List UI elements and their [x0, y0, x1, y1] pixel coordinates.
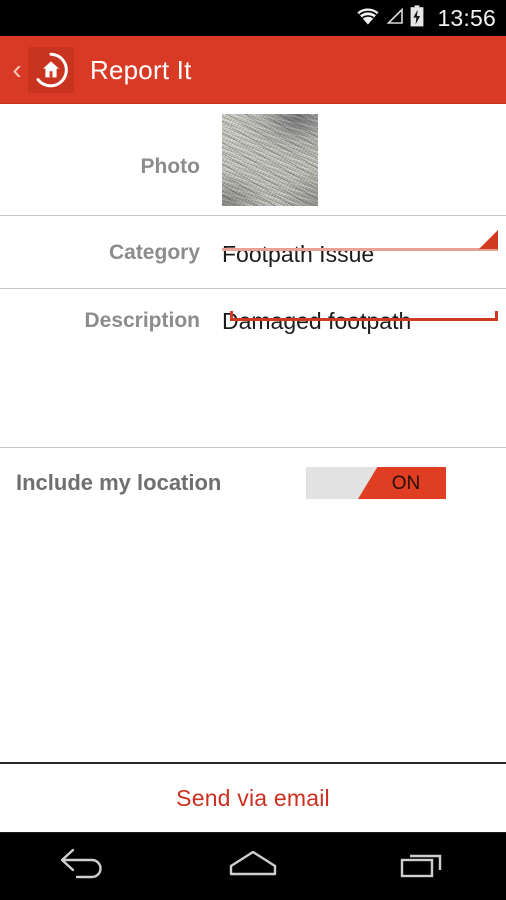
content-spacer — [0, 510, 506, 762]
nav-recents-button[interactable] — [367, 833, 477, 900]
page-title: Report It — [90, 54, 192, 85]
toggle-on-segment[interactable]: ON — [358, 467, 446, 499]
phone-screen: 13:56 ‹ Report It Photo Category Footpat… — [0, 0, 506, 900]
battery-charging-icon — [410, 4, 424, 32]
photo-label: Photo — [140, 155, 200, 178]
status-bar: 13:56 — [0, 0, 506, 36]
category-spinner[interactable]: Footpath Issue — [222, 229, 506, 267]
form-row-category: Category Footpath Issue — [0, 216, 506, 289]
wifi-icon — [356, 6, 380, 31]
form-row-location: Include my location ON — [0, 448, 506, 510]
description-input[interactable]: Damaged footpath — [222, 306, 506, 333]
status-bar-clock: 13:56 — [437, 4, 496, 31]
description-label: Description — [84, 309, 200, 332]
signal-icon — [385, 6, 405, 31]
form-row-photo: Photo — [0, 104, 506, 216]
send-via-email-label: Send via email — [176, 784, 330, 811]
photo-thumbnail[interactable] — [222, 114, 318, 206]
photo-field — [222, 114, 506, 206]
back-chevron-icon[interactable]: ‹ — [8, 55, 26, 84]
toggle-state-label: ON — [391, 472, 421, 494]
form-row-description: Description Damaged footpath — [0, 289, 506, 448]
category-underline — [222, 247, 498, 251]
nav-recents-icon — [397, 847, 447, 886]
app-bar: ‹ Report It — [0, 36, 506, 104]
status-bar-icons: 13:56 — [356, 4, 496, 32]
nav-back-icon — [58, 847, 110, 886]
nav-home-icon — [225, 847, 281, 886]
nav-home-button[interactable] — [198, 833, 308, 900]
app-home-logo-icon[interactable] — [28, 46, 74, 93]
spinner-triangle-icon[interactable] — [479, 229, 498, 249]
description-underline — [230, 311, 498, 321]
include-location-label: Include my location — [16, 470, 222, 495]
send-via-email-button[interactable]: Send via email — [0, 762, 506, 832]
category-label: Category — [108, 240, 200, 264]
android-navigation-bar — [0, 832, 506, 900]
report-form: Photo Category Footpath Issue Descriptio… — [0, 104, 506, 762]
nav-back-button[interactable] — [29, 833, 139, 900]
category-selected-value: Footpath Issue — [222, 240, 375, 267]
include-location-toggle[interactable]: ON — [306, 467, 446, 499]
